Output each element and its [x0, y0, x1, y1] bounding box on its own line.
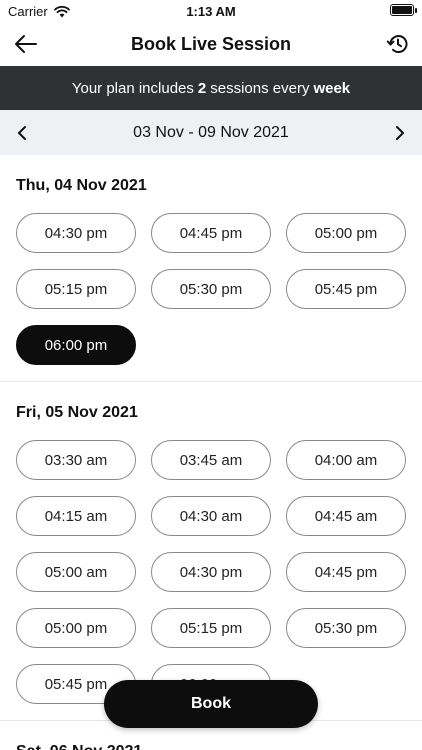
time-slot-selected[interactable]: 06:00 pm — [16, 325, 136, 365]
day-section: Fri, 05 Nov 2021 03:30 am 03:45 am 04:00 a… — [0, 382, 422, 721]
day-title: Thu, 04 Nov 2021 — [16, 177, 147, 194]
time-slot[interactable]: 03:30 am — [16, 440, 136, 480]
time-slot[interactable]: 04:30 am — [151, 496, 271, 536]
time-slot[interactable]: 04:45 am — [286, 496, 406, 536]
chevron-right-icon — [396, 125, 404, 140]
next-week-button[interactable] — [390, 123, 410, 143]
time-slot[interactable]: 05:00 pm — [286, 213, 406, 253]
time-slot[interactable]: 04:30 pm — [16, 213, 136, 253]
chevron-left-icon — [18, 125, 26, 140]
plan-banner: Your plan includes 2 sessions every week — [0, 66, 422, 110]
time-slot[interactable]: 04:00 am — [286, 440, 406, 480]
status-time: 1:13 AM — [186, 4, 236, 19]
time-slot[interactable]: 05:00 pm — [16, 608, 136, 648]
slot-list[interactable]: Thu, 04 Nov 2021 04:30 pm 04:45 pm 05:00 p… — [0, 155, 422, 750]
time-slot[interactable]: 04:45 pm — [151, 213, 271, 253]
slot-grid: 04:30 pm 04:45 pm 05:00 pm 05:15 pm 05:30 pm… — [16, 213, 406, 365]
history-icon — [386, 35, 408, 53]
day-title: Fri, 05 Nov 2021 — [16, 404, 138, 421]
time-slot[interactable]: 05:30 pm — [151, 269, 271, 309]
time-slot[interactable]: 04:15 am — [16, 496, 136, 536]
time-slot[interactable]: 03:45 am — [151, 440, 271, 480]
battery-icon — [390, 4, 417, 16]
book-button[interactable]: Book — [104, 680, 318, 728]
time-slot[interactable]: 05:45 pm — [286, 269, 406, 309]
time-slot[interactable]: 05:30 pm — [286, 608, 406, 648]
time-slot[interactable]: 05:15 pm — [151, 608, 271, 648]
plan-period: week — [313, 79, 351, 97]
week-range: 03 Nov - 09 Nov 2021 — [133, 123, 289, 141]
page-title: Book Live Session — [130, 33, 292, 54]
time-slot[interactable]: 05:00 am — [16, 552, 136, 592]
time-slot[interactable]: 04:30 pm — [151, 552, 271, 592]
navigation-bar: Book Live Session — [0, 22, 422, 66]
previous-week-button[interactable] — [12, 123, 32, 143]
plan-session-count: 2 — [197, 79, 207, 97]
history-button[interactable] — [384, 30, 412, 58]
plan-text-middle: sessions every — [210, 79, 310, 97]
back-button[interactable] — [12, 30, 40, 58]
time-slot[interactable]: 04:45 pm — [286, 552, 406, 592]
plan-text-prefix: Your plan includes — [71, 79, 194, 97]
slot-grid: 03:30 am 03:45 am 04:00 am 04:15 am 04:30 am… — [16, 440, 406, 704]
time-slot[interactable]: 05:15 pm — [16, 269, 136, 309]
week-selector: 03 Nov - 09 Nov 2021 — [0, 110, 422, 155]
status-bar: Carrier 1:13 AM — [0, 0, 422, 22]
day-section: Thu, 04 Nov 2021 04:30 pm 04:45 pm 05:00 p… — [0, 155, 422, 382]
arrow-left-icon — [15, 35, 37, 53]
